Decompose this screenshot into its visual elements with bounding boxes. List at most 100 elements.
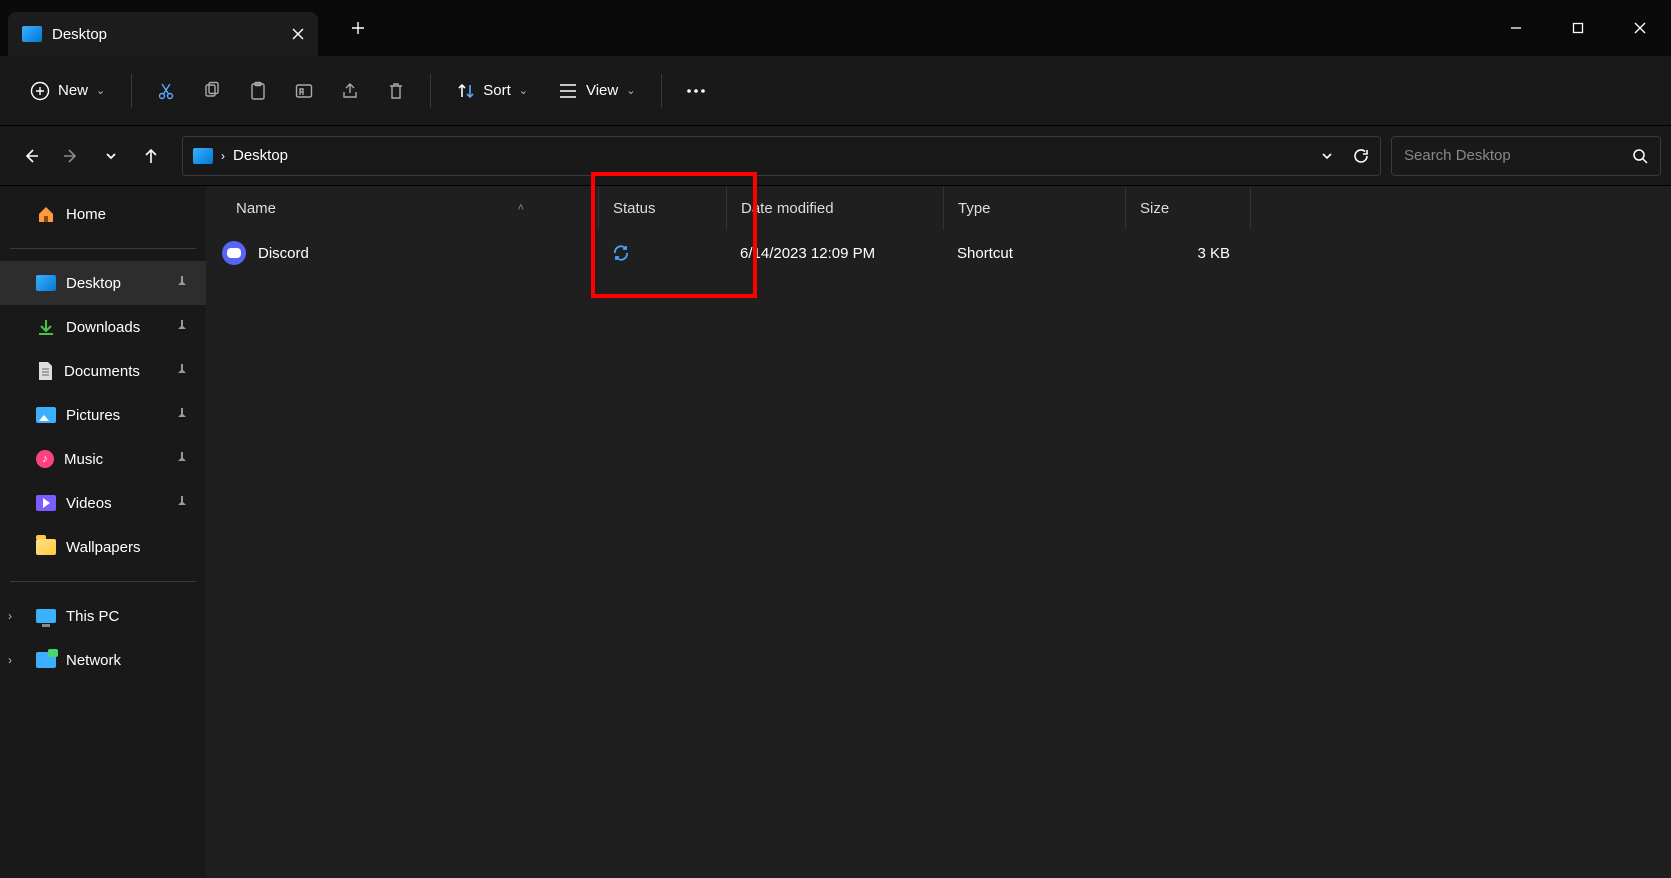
folder-icon bbox=[36, 539, 56, 555]
sort-indicator-icon: ˄ bbox=[518, 202, 524, 214]
column-header-size[interactable]: Size bbox=[1125, 186, 1250, 230]
discord-icon bbox=[222, 241, 246, 265]
sort-button-label: Sort bbox=[483, 82, 511, 99]
toolbar-separator bbox=[131, 74, 132, 108]
toolbar-separator bbox=[661, 74, 662, 108]
sidebar-item-label: Pictures bbox=[66, 407, 120, 424]
column-label: Size bbox=[1140, 200, 1169, 217]
sidebar-item-label: Wallpapers bbox=[66, 539, 140, 556]
maximize-button[interactable] bbox=[1547, 0, 1609, 56]
sidebar-item-label: Documents bbox=[64, 363, 140, 380]
new-tab-button[interactable] bbox=[338, 8, 378, 48]
sidebar-item-music[interactable]: ♪ Music bbox=[0, 437, 206, 481]
new-button[interactable]: New ⌄ bbox=[18, 73, 117, 109]
sidebar-separator bbox=[10, 248, 196, 249]
column-header-tail[interactable] bbox=[1250, 186, 1671, 230]
file-list: Name ˄ Status Date modified Type Size Di… bbox=[206, 186, 1671, 878]
nav-buttons bbox=[10, 139, 172, 173]
breadcrumb-location[interactable]: Desktop bbox=[233, 147, 288, 164]
view-button-label: View bbox=[586, 82, 618, 99]
toolbar: New ⌄ Sort ⌄ View ⌄ bbox=[0, 56, 1671, 126]
refresh-button[interactable] bbox=[1352, 147, 1370, 165]
window-controls bbox=[1485, 0, 1671, 56]
back-button[interactable] bbox=[14, 139, 48, 173]
pin-icon bbox=[176, 364, 188, 378]
home-icon bbox=[36, 204, 56, 224]
tab-desktop[interactable]: Desktop bbox=[8, 12, 318, 56]
navigation-row: › Desktop Search Desktop bbox=[0, 126, 1671, 186]
chevron-down-icon: ⌄ bbox=[96, 84, 105, 97]
pictures-icon bbox=[36, 407, 56, 423]
column-label: Date modified bbox=[741, 200, 834, 217]
pin-icon bbox=[176, 320, 188, 334]
chevron-right-icon[interactable]: › bbox=[8, 609, 12, 623]
sidebar-item-home[interactable]: Home bbox=[0, 192, 206, 236]
close-window-button[interactable] bbox=[1609, 0, 1671, 56]
column-label: Type bbox=[958, 200, 991, 217]
document-icon bbox=[36, 361, 54, 381]
forward-button[interactable] bbox=[54, 139, 88, 173]
music-icon: ♪ bbox=[36, 450, 54, 468]
rename-button[interactable] bbox=[284, 71, 324, 111]
search-placeholder: Search Desktop bbox=[1404, 147, 1511, 164]
sidebar-item-label: Music bbox=[64, 451, 103, 468]
pin-icon bbox=[176, 276, 188, 290]
titlebar: Desktop bbox=[0, 0, 1671, 56]
sidebar-item-network[interactable]: › Network bbox=[0, 638, 206, 682]
copy-button[interactable] bbox=[192, 71, 232, 111]
search-icon bbox=[1632, 148, 1648, 164]
sidebar-separator bbox=[10, 581, 196, 582]
sidebar-item-videos[interactable]: Videos bbox=[0, 481, 206, 525]
sidebar-item-label: This PC bbox=[66, 608, 119, 625]
tab-close-button[interactable] bbox=[292, 28, 304, 40]
desktop-icon bbox=[36, 275, 56, 291]
sidebar-item-label: Downloads bbox=[66, 319, 140, 336]
search-box[interactable]: Search Desktop bbox=[1391, 136, 1661, 176]
file-row[interactable]: Discord 6/14/2023 12:09 PM Shortcut 3 KB bbox=[206, 230, 1671, 276]
chevron-right-icon[interactable]: › bbox=[8, 653, 12, 667]
view-button[interactable]: View ⌄ bbox=[546, 74, 647, 108]
sidebar-item-label: Videos bbox=[66, 495, 112, 512]
sidebar-item-label: Network bbox=[66, 652, 121, 669]
desktop-icon bbox=[22, 26, 42, 42]
column-header-type[interactable]: Type bbox=[943, 186, 1125, 230]
sync-status-icon bbox=[612, 244, 630, 262]
up-button[interactable] bbox=[134, 139, 168, 173]
sidebar-item-documents[interactable]: Documents bbox=[0, 349, 206, 393]
sidebar-item-this-pc[interactable]: › This PC bbox=[0, 594, 206, 638]
sidebar: Home Desktop Downloads Documents bbox=[0, 186, 206, 878]
pin-icon bbox=[176, 496, 188, 510]
sidebar-item-label: Home bbox=[66, 206, 106, 223]
sidebar-item-desktop[interactable]: Desktop bbox=[0, 261, 206, 305]
file-size: 3 KB bbox=[1197, 245, 1230, 262]
share-button[interactable] bbox=[330, 71, 370, 111]
paste-button[interactable] bbox=[238, 71, 278, 111]
new-button-label: New bbox=[58, 82, 88, 99]
tab-title: Desktop bbox=[52, 26, 107, 43]
file-type: Shortcut bbox=[957, 245, 1013, 262]
body: Home Desktop Downloads Documents bbox=[0, 186, 1671, 878]
breadcrumb-separator-icon: › bbox=[221, 149, 225, 163]
desktop-icon bbox=[193, 148, 213, 164]
sidebar-item-wallpapers[interactable]: Wallpapers bbox=[0, 525, 206, 569]
download-icon bbox=[36, 317, 56, 337]
cut-button[interactable] bbox=[146, 71, 186, 111]
sort-button[interactable]: Sort ⌄ bbox=[445, 74, 540, 108]
pin-icon bbox=[176, 452, 188, 466]
address-bar[interactable]: › Desktop bbox=[182, 136, 1381, 176]
address-history-button[interactable] bbox=[1320, 149, 1334, 163]
chevron-down-icon: ⌄ bbox=[519, 84, 528, 97]
column-header-name[interactable]: Name ˄ bbox=[206, 186, 598, 230]
sidebar-item-downloads[interactable]: Downloads bbox=[0, 305, 206, 349]
column-header-date-modified[interactable]: Date modified bbox=[726, 186, 943, 230]
delete-button[interactable] bbox=[376, 71, 416, 111]
minimize-button[interactable] bbox=[1485, 0, 1547, 56]
more-button[interactable] bbox=[676, 71, 716, 111]
pc-icon bbox=[36, 609, 56, 623]
recent-locations-button[interactable] bbox=[94, 139, 128, 173]
network-icon bbox=[36, 652, 56, 668]
toolbar-separator bbox=[430, 74, 431, 108]
column-label: Name bbox=[236, 200, 276, 217]
column-header-status[interactable]: Status bbox=[598, 186, 726, 230]
sidebar-item-pictures[interactable]: Pictures bbox=[0, 393, 206, 437]
